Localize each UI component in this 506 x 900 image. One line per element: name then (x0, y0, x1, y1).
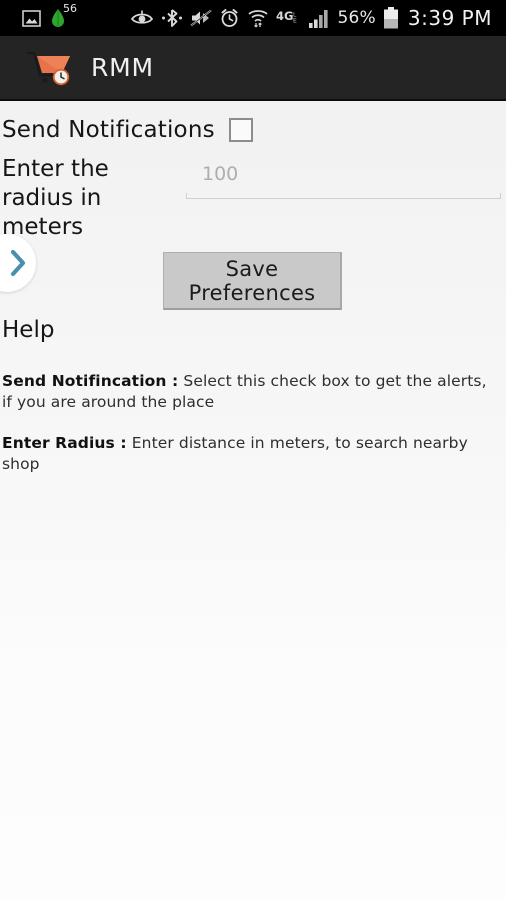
help-list: Send Notifincation : Select this check b… (2, 371, 492, 495)
alarm-clock-icon (219, 8, 240, 28)
action-bar: RMM (0, 36, 506, 101)
svg-text:E: E (293, 18, 297, 25)
battery-icon (383, 7, 399, 29)
chevron-right-icon (10, 249, 27, 277)
radius-input[interactable] (186, 155, 501, 193)
bluetooth-icon (161, 8, 183, 28)
app-screen: 56 4G L E 56% 3:39 PM RMM Send Notificat… (0, 0, 506, 900)
status-bar: 56 4G L E 56% 3:39 PM (0, 0, 506, 36)
help-term: Send Notifincation : (2, 372, 179, 390)
status-bar-left-icons: 56 (8, 3, 77, 28)
radius-row: Enter the radius in meters (0, 155, 506, 242)
battery-percent-label: 56% (337, 8, 376, 28)
status-bar-right-icons: 4G L E 56% 3:39 PM (130, 6, 498, 30)
shopping-cart-clock-icon (26, 47, 74, 89)
radius-input-wrapper (186, 155, 501, 199)
sound-muted-icon (189, 9, 212, 27)
app-title: RMM (91, 53, 154, 82)
green-leaf-icon: 56 (50, 3, 77, 28)
help-item: Enter Radius : Enter distance in meters,… (2, 433, 492, 475)
send-notifications-row: Send Notifications (0, 109, 506, 151)
send-notifications-label: Send Notifications (2, 117, 215, 143)
radius-input-underline (186, 193, 501, 199)
send-notifications-checkbox[interactable] (228, 118, 253, 142)
wifi-icon (247, 8, 269, 28)
help-item: Send Notifincation : Select this check b… (2, 371, 492, 413)
help-term: Enter Radius : (2, 434, 127, 452)
leaf-badge-count: 56 (63, 2, 77, 15)
help-heading: Help (2, 317, 55, 343)
radius-label: Enter the radius in meters (2, 156, 109, 240)
status-bar-clock: 3:39 PM (407, 6, 492, 30)
network-4glte-icon: 4G L E (276, 9, 302, 27)
signal-bars-icon (308, 9, 331, 28)
save-preferences-button[interactable]: Save Preferences (163, 252, 342, 310)
screenshot-image-icon (22, 9, 41, 27)
main-content: Send Notifications Enter the radius in m… (0, 101, 506, 900)
drawer-handle-button[interactable] (0, 234, 36, 292)
smart-stay-eye-icon (130, 9, 154, 27)
svg-text:4G: 4G (276, 9, 293, 23)
